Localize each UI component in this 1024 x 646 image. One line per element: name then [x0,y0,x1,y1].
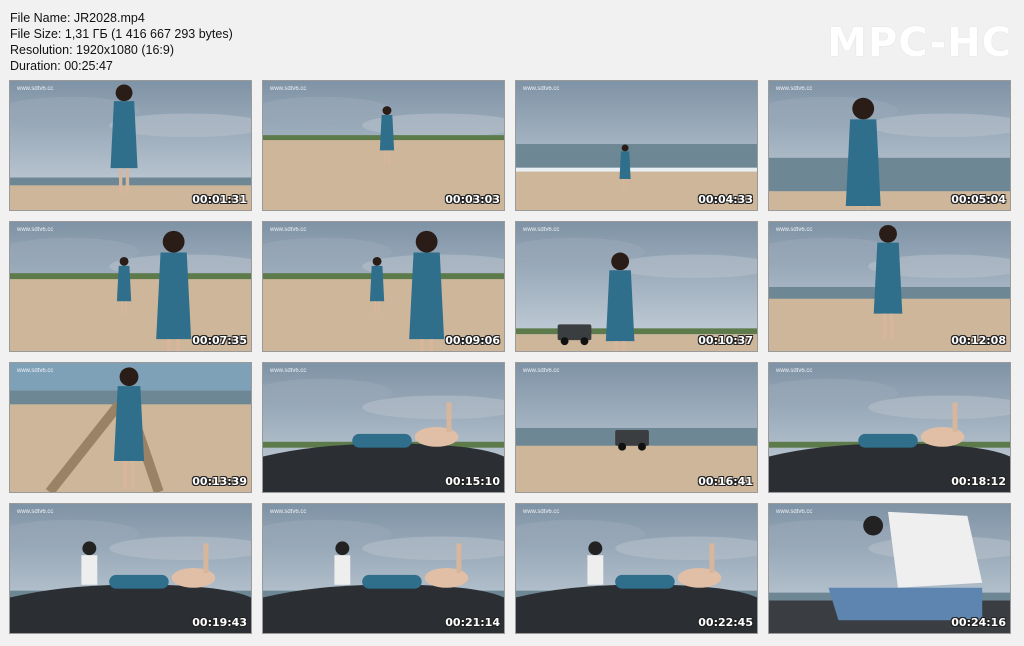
watermark-text: www.sdtv6.cc [17,368,54,374]
video-thumbnail: www.sdtv6.cc 00:03:03 [262,80,505,211]
thumbnail-timestamp: 00:10:37 [698,334,753,347]
thumbnail-grid: www.sdtv6.cc 00:01:31 www.sdtv6.cc 00:03:03… [9,80,1014,636]
thumbnail-timestamp: 00:01:31 [192,193,247,206]
video-thumbnail: www.sdtv6.cc 00:24:16 [768,503,1011,634]
thumbnail-timestamp: 00:07:35 [192,334,247,347]
video-thumbnail: www.sdtv6.cc 00:10:37 [515,221,758,352]
file-name: File Name: JR2028.mp4 [10,11,145,25]
thumbnail-image [263,504,504,633]
thumbnail-timestamp: 00:21:14 [445,616,500,629]
watermark-text: www.sdtv6.cc [270,86,307,92]
watermark-text: www.sdtv6.cc [17,509,54,515]
thumbnail-image [769,222,1010,351]
video-thumbnail: www.sdtv6.cc 00:22:45 [515,503,758,634]
thumbnail-image [10,81,251,210]
thumbnail-timestamp: 00:13:39 [192,475,247,488]
thumbnail-timestamp: 00:05:04 [951,193,1006,206]
watermark-text: www.sdtv6.cc [523,509,560,515]
thumbnail-timestamp: 00:03:03 [445,193,500,206]
video-thumbnail: www.sdtv6.cc 00:15:10 [262,362,505,493]
thumbnail-timestamp: 00:22:45 [698,616,753,629]
watermark-text: www.sdtv6.cc [270,368,307,374]
thumbnail-image [516,504,757,633]
video-thumbnail: www.sdtv6.cc 00:12:08 [768,221,1011,352]
thumbnail-image [769,504,1010,633]
thumbnail-timestamp: 00:16:41 [698,475,753,488]
watermark-text: www.sdtv6.cc [270,509,307,515]
watermark-text: www.sdtv6.cc [523,227,560,233]
video-thumbnail: www.sdtv6.cc 00:05:04 [768,80,1011,211]
video-thumbnail: www.sdtv6.cc 00:16:41 [515,362,758,493]
thumbnail-image [10,504,251,633]
thumbnail-image [516,363,757,492]
watermark-text: www.sdtv6.cc [776,227,813,233]
watermark-text: www.sdtv6.cc [776,86,813,92]
thumbnail-image [769,81,1010,210]
thumbnail-image [263,363,504,492]
thumbnail-timestamp: 00:24:16 [951,616,1006,629]
video-thumbnail: www.sdtv6.cc 00:04:33 [515,80,758,211]
thumbnail-image [10,363,251,492]
thumbnail-timestamp: 00:18:12 [951,475,1006,488]
thumbnail-timestamp: 00:09:06 [445,334,500,347]
thumbnail-image [769,363,1010,492]
video-thumbnail: www.sdtv6.cc 00:13:39 [9,362,252,493]
watermark-text: www.sdtv6.cc [17,86,54,92]
watermark-text: www.sdtv6.cc [776,509,813,515]
watermark-text: www.sdtv6.cc [17,227,54,233]
thumbnail-timestamp: 00:15:10 [445,475,500,488]
video-thumbnail: www.sdtv6.cc 00:07:35 [9,221,252,352]
mpc-hc-logo: MPC-HC [827,20,1012,66]
video-thumbnail: www.sdtv6.cc 00:01:31 [9,80,252,211]
video-thumbnail: www.sdtv6.cc 00:21:14 [262,503,505,634]
thumbnail-image [263,222,504,351]
watermark-text: www.sdtv6.cc [776,368,813,374]
thumbnail-timestamp: 00:04:33 [698,193,753,206]
watermark-text: www.sdtv6.cc [523,86,560,92]
video-thumbnail: www.sdtv6.cc 00:19:43 [9,503,252,634]
thumbnail-image [516,81,757,210]
watermark-text: www.sdtv6.cc [523,368,560,374]
watermark-text: www.sdtv6.cc [270,227,307,233]
video-thumbnail: www.sdtv6.cc 00:09:06 [262,221,505,352]
file-size: File Size: 1,31 ГБ (1 416 667 293 bytes) [10,27,233,41]
thumbnail-image [263,81,504,210]
thumbnail-image [10,222,251,351]
thumbnail-timestamp: 00:19:43 [192,616,247,629]
thumbnail-image [516,222,757,351]
video-thumbnail: www.sdtv6.cc 00:18:12 [768,362,1011,493]
resolution: Resolution: 1920x1080 (16:9) [10,43,175,57]
file-info-panel: File Name: JR2028.mp4 File Size: 1,31 ГБ… [10,10,233,74]
duration: Duration: 00:25:47 [10,59,113,73]
thumbnail-timestamp: 00:12:08 [951,334,1006,347]
